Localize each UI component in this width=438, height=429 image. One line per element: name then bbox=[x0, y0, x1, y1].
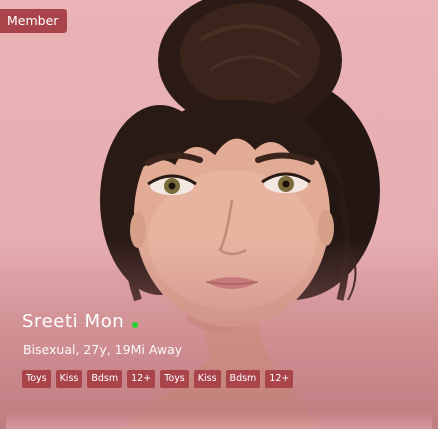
tag-toys[interactable]: Toys bbox=[22, 370, 51, 388]
tag-bdsm[interactable]: Bdsm bbox=[87, 370, 123, 388]
tag-12-plus[interactable]: 12+ bbox=[265, 370, 294, 388]
tag-toys[interactable]: Toys bbox=[160, 370, 189, 388]
bottom-shade bbox=[0, 239, 438, 429]
tag-bdsm[interactable]: Bdsm bbox=[225, 370, 261, 388]
profile-subtitle: Bisexual, 27y, 19Mi Away bbox=[23, 342, 183, 357]
tag-kiss[interactable]: Kiss bbox=[55, 370, 83, 388]
tag-kiss[interactable]: Kiss bbox=[193, 370, 221, 388]
name-row: Sreeti Mon bbox=[22, 311, 139, 332]
profile-card[interactable]: Member Sreeti Mon Bisexual, 27y, 19Mi Aw… bbox=[0, 0, 438, 429]
profile-name: Sreeti Mon bbox=[22, 311, 125, 332]
card-bottom-edge bbox=[6, 411, 432, 429]
tag-12-plus[interactable]: 12+ bbox=[127, 370, 156, 388]
tag-list: Toys Kiss Bdsm 12+ Toys Kiss Bdsm 12+ bbox=[22, 370, 294, 388]
online-status-icon bbox=[132, 321, 139, 328]
member-badge: Member bbox=[0, 9, 68, 33]
